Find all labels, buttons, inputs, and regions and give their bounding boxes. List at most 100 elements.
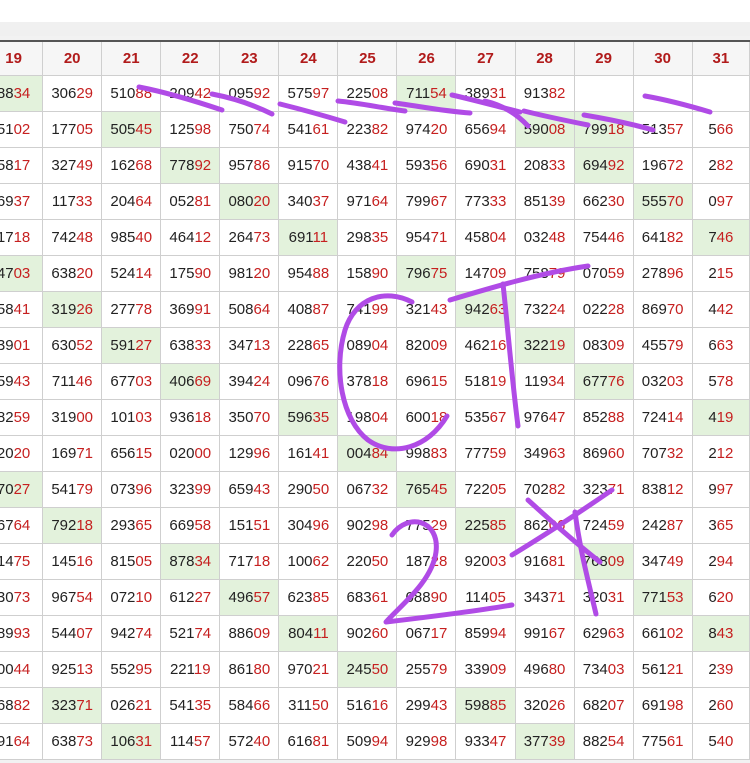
cell-last-two-digits: 61 <box>371 589 389 606</box>
cell-last-two-digits: 47 <box>548 409 566 426</box>
cell-last-two-digits: 59 <box>489 445 507 462</box>
cell-last-two-digits: 29 <box>76 85 94 102</box>
number-cell: 32143 <box>396 291 457 328</box>
number-cell: 5841 <box>0 291 44 328</box>
cell-lead-digits: 516 <box>346 697 372 714</box>
number-cell: 06732 <box>337 471 398 508</box>
cell-last-two-digits: 05 <box>135 553 153 570</box>
cell-lead-digits: 242 <box>641 517 667 534</box>
number-cell: 06717 <box>396 615 457 652</box>
cell-lead-digits: 032 <box>523 229 549 246</box>
cell-lead-digits: 792 <box>51 517 77 534</box>
cell-last-two-digits: 18 <box>13 229 31 246</box>
cell-lead-digits: 59 <box>0 373 14 390</box>
cell-lead-digits: 032 <box>641 373 667 390</box>
number-cell: 69111 <box>278 219 339 256</box>
cell-lead-digits: 682 <box>582 697 608 714</box>
cell-last-two-digits: 56 <box>430 157 448 174</box>
number-cell: 53567 <box>455 399 516 436</box>
cell-last-two-digits: 82 <box>13 697 31 714</box>
cell-last-two-digits: 92 <box>194 157 212 174</box>
number-cell: 72205 <box>455 471 516 508</box>
cell-last-two-digits: 00 <box>194 445 212 462</box>
cell-last-two-digits: 80 <box>548 661 566 678</box>
cell-lead-digits: 691 <box>641 697 667 714</box>
cell-lead-digits: 91 <box>0 733 14 750</box>
number-cell <box>573 75 634 112</box>
cell-last-two-digits: 18 <box>371 373 389 390</box>
number-cell: 64182 <box>632 219 693 256</box>
cell-lead-digits: 852 <box>582 409 608 426</box>
number-cell: 77759 <box>455 435 516 472</box>
cell-lead-digits: 067 <box>405 625 431 642</box>
number-cell: 30629 <box>42 75 103 112</box>
number-cell: 38931 <box>455 75 516 112</box>
number-cell: 91681 <box>514 543 575 580</box>
number-cell: 63873 <box>42 723 103 760</box>
cell-last-two-digits: 03 <box>135 373 153 390</box>
cell-last-two-digits: 70 <box>312 157 330 174</box>
cell-last-two-digits: 54 <box>607 733 625 750</box>
cell-lead-digits: 765 <box>405 481 431 498</box>
cell-lead-digits: 323 <box>582 481 608 498</box>
cell-last-two-digits: 63 <box>607 625 625 642</box>
number-cell: 50994 <box>337 723 398 760</box>
cell-last-two-digits: 08 <box>371 85 389 102</box>
cell-last-two-digits: 34 <box>13 85 31 102</box>
table-row: 4703 63820 52414 17590 98120 95488 15890 79675 1… <box>0 255 750 292</box>
number-cell: 30496 <box>278 507 339 544</box>
cell-last-two-digits: 75 <box>430 265 448 282</box>
cell-lead-digits: 320 <box>523 697 549 714</box>
number-cell: 419 <box>691 399 750 436</box>
number-cell: 65694 <box>455 111 516 148</box>
cell-last-two-digits: 63 <box>548 445 566 462</box>
number-cell: 62385 <box>278 579 339 616</box>
number-cell: 50864 <box>219 291 280 328</box>
cell-last-two-digits: 11 <box>312 229 329 246</box>
number-cell: 11733 <box>42 183 103 220</box>
number-cell: 37739 <box>514 723 575 760</box>
number-cell: 63820 <box>42 255 103 292</box>
cell-last-two-digits: 21 <box>312 661 330 678</box>
table-row: 9164 63873 10631 11457 57240 61681 50994 92998 9… <box>0 723 750 760</box>
number-cell: 79967 <box>396 183 457 220</box>
cell-lead-digits: 974 <box>405 121 431 138</box>
number-cell: 08309 <box>573 327 634 364</box>
cell-lead-digits: 052 <box>169 193 195 210</box>
cell-lead-digits: 954 <box>405 229 431 246</box>
number-cell: 442 <box>691 291 750 328</box>
cell-lead-digits: 327 <box>51 157 77 174</box>
cell-lead-digits: 600 <box>405 409 431 426</box>
cell-lead-digits: 799 <box>582 121 608 138</box>
table-row: 5943 71146 67703 40669 39424 09676 37818 69615 5… <box>0 363 750 400</box>
cell-last-two-digits: 34 <box>194 553 212 570</box>
cell-last-two-digits: 40 <box>253 733 271 750</box>
cell-lead-digits: 187 <box>405 553 431 570</box>
number-cell: 566 <box>691 111 750 148</box>
number-cell: 17590 <box>160 255 221 292</box>
cell-lead-digits: 151 <box>228 517 254 534</box>
number-cell: 65615 <box>101 435 162 472</box>
number-cell: 86960 <box>573 435 634 472</box>
cell-lead-digits: 971 <box>346 193 372 210</box>
cell-last-two-digits: 85 <box>489 697 507 714</box>
cell-last-two-digits: 70 <box>666 301 684 318</box>
cell-last-two-digits: 03 <box>607 661 625 678</box>
cell-last-two-digits: 20 <box>253 265 271 282</box>
cell-lead-digits: 590 <box>523 121 549 138</box>
cell-lead-digits: 208 <box>523 157 549 174</box>
cell-lead-digits: 319 <box>51 301 77 318</box>
cell-last-two-digits: 81 <box>548 553 566 570</box>
cell-lead-digits: 861 <box>228 661 254 678</box>
number-cell: 40887 <box>278 291 339 328</box>
cell-lead-digits: 14 <box>0 553 14 570</box>
cell-lead-digits: 656 <box>110 445 136 462</box>
cell-lead-digits: 88 <box>0 85 14 102</box>
number-cell: 6937 <box>0 183 44 220</box>
cell-last-two-digits: 03 <box>666 373 684 390</box>
cell-lead-digits: 114 <box>465 589 490 606</box>
number-cell: 71146 <box>42 363 103 400</box>
number-cell: 95786 <box>219 147 280 184</box>
number-cell: 05281 <box>160 183 221 220</box>
cell-last-two-digits: 90 <box>371 265 389 282</box>
